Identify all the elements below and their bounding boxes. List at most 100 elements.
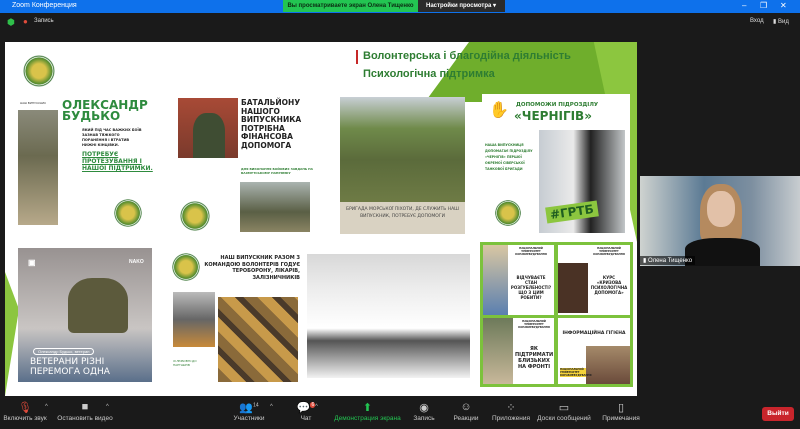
minimize-button[interactable]: – [742, 1, 746, 10]
budko-poster: НАШ ВИПУСКНИК ОЛЕКСАНДР БУДЬКО ЯКИЙ ПІД Ч… [18, 95, 168, 233]
notes-label: Примечания [602, 415, 640, 422]
signal-icon: ▮ [643, 258, 647, 264]
signin-button[interactable]: Вход [750, 18, 764, 24]
poster-desc: НАША ВИПУСКНИЦЯ ДОПОМАГАЄ ПІДРОЗДІЛУ «ЧЕ… [485, 143, 533, 171]
poster-title: ВЕТЕРАНИ РІЗНІ ПЕРЕМОГА ОДНА [30, 357, 110, 377]
notes-icon: ▯ [617, 402, 625, 414]
hands-icon: ✋ [489, 102, 509, 119]
soldiers-photo [340, 97, 465, 202]
meeting-topbar: ⬢ ● Запись Вход ▮ Вид [0, 13, 800, 31]
reactions-icon: ☺ [460, 401, 472, 413]
participants-count: 14 [253, 402, 259, 409]
soldiers-photo [240, 182, 310, 232]
view-label: Вид [777, 19, 789, 25]
tile-photo [483, 318, 513, 384]
participant-face [707, 191, 735, 227]
food-photos [218, 297, 298, 382]
view-options-label: Настройки просмотра [426, 3, 492, 9]
university-logo [113, 198, 143, 228]
whiteboard-icon: ▭ [558, 402, 570, 414]
whiteboards-button[interactable]: ▭ Доски сообщений [534, 401, 594, 422]
tile-org: НАЦІОНАЛЬНИЙ УНІВЕРСИТЕТ КОРАБЛЕБУДУВАНН… [518, 320, 550, 329]
poster-tag: Олександр Будько, ветеран [33, 348, 95, 355]
kitchen-photo [173, 292, 215, 347]
group-photo [307, 254, 470, 378]
chat-label: Чат [300, 415, 312, 422]
psych-tile: НАЦІОНАЛЬНИЙ УНІВЕРСИТЕТ КОРАБЛЕБУДУВАНН… [483, 318, 554, 384]
slide-subtitle: Психологічна підтримка [363, 68, 495, 80]
slide-title: Волонтерська і благодійна діяльність [363, 50, 571, 62]
participant-name: Олена Тищенко [647, 258, 693, 264]
tile-org: НАЦІОНАЛЬНИЙ УНІВЕРСИТЕТ КОРАБЛЕБУДУВАНН… [593, 247, 625, 256]
psych-support-grid: НАЦІОНАЛЬНИЙ УНІВЕРСИТЕТ КОРАБЛЕБУДУВАНН… [480, 242, 633, 387]
window-title: Zoom Конференция [12, 2, 77, 9]
chernihiv-poster: ✋ ДОПОМОЖИ ПІДРОЗДІЛУ «ЧЕРНІГІВ» НАША ВИ… [482, 94, 630, 234]
apps-icon: ⁘ [506, 402, 516, 414]
title-accent [356, 50, 358, 64]
participants-label: Участники [233, 415, 265, 422]
participants-icon: 👥14 [239, 402, 259, 414]
veterans-poster: ▣ NAKO Олександр Будько, ветеран ВЕТЕРАН… [18, 248, 152, 382]
unmute-button[interactable]: 🎙 Включить звук [2, 401, 48, 422]
veteran-figure [68, 278, 128, 333]
brigade-poster: БРИГАДА МОРСЬКОЇ ПІХОТИ, ДЕ СЛУЖИТЬ НАШ … [340, 97, 465, 234]
reactions-label: Реакции [453, 415, 479, 422]
maximize-button[interactable]: ❐ [760, 1, 767, 10]
unmute-label: Включить звук [3, 415, 47, 422]
video-options-caret[interactable]: ^ [106, 404, 109, 410]
shared-slide: Волонтерська і благодійна діяльність Пси… [5, 42, 637, 396]
psych-tile: НАЦІОНАЛЬНИЙ УНІВЕРСИТЕТ КОРАБЛЕБУДУВАНН… [483, 245, 554, 315]
university-logo [22, 54, 56, 88]
participants-caret[interactable]: ^ [270, 404, 273, 410]
tile-text: ЯК ПІДТРИМАТИ БЛИЗЬКИХ НА ФРОНТІ [515, 346, 554, 370]
record-icon: ● [23, 17, 28, 26]
record-icon: ◉ [419, 402, 429, 414]
share-label: Демонстрация экрана [334, 415, 401, 422]
apps-button[interactable]: ⁘ Приложения [488, 401, 534, 422]
participant-body [685, 238, 760, 266]
poster-desc: ЯКИЙ ПІД ЧАС ВАЖКИХ БОЇВ ЗАЗНАВ ТЯЖКОГО … [82, 128, 142, 147]
tile-text: КУРС «КРИЗОВА ПСИХОЛОГІЧНА ДОПОМОГА» [590, 275, 628, 295]
battalion-poster: БАТАЛЬЙОНУ НАШОГО ВИПУСКНИКА ПОТРІБНА ФІ… [175, 95, 337, 233]
soldier-photo [18, 110, 58, 225]
decor-shape [5, 272, 19, 396]
poster-heading: «ЧЕРНІГІВ» [514, 109, 592, 123]
reactions-button[interactable]: ☺ Реакции [450, 401, 482, 422]
recording-label: Запись [34, 18, 54, 24]
tile-photo [483, 245, 508, 315]
participants-button[interactable]: 👥14 Участники [228, 401, 270, 422]
audio-options-caret[interactable]: ^ [45, 404, 48, 410]
tile-text: ІНФОРМАЦІЙНА ГІГІЄНА [562, 331, 626, 336]
tile-org: НАЦІОНАЛЬНИЙ УНІВЕРСИТЕТ КОРАБЛЕБУДУВАНН… [560, 368, 592, 377]
participant-name-tag: ▮ Олена Тищенко [640, 256, 696, 265]
university-logo [171, 252, 201, 282]
leave-button[interactable]: Выйти [762, 407, 794, 421]
chevron-down-icon: ▾ [493, 3, 497, 9]
view-options-button[interactable]: Настройки просмотра ▾ [418, 0, 505, 12]
feeding-poster: НАШ ВИПУСКНИК РАЗОМ З КОМАНДОЮ ВОЛОНТЕРІ… [168, 249, 303, 382]
university-logo [494, 199, 522, 227]
record-button[interactable]: ◉ Запись [408, 401, 440, 422]
title-line: ПЕРЕМОГА ОДНА [30, 367, 110, 377]
whiteboards-label: Доски сообщений [537, 415, 591, 422]
title-line: ВЕТЕРАНИ РІЗНІ [30, 357, 105, 367]
soldier-photo [178, 98, 238, 158]
view-button[interactable]: ▮ Вид [773, 18, 789, 25]
participant-video[interactable]: ▮ Олена Тищенко [640, 176, 800, 266]
shield-icon[interactable]: ⬢ [7, 17, 15, 28]
notes-button[interactable]: ▯ Примечания [598, 401, 644, 422]
tile-photo [586, 346, 630, 384]
screen-share-banner: Вы просматриваете экран Олена Тищенко [283, 0, 418, 12]
tile-photo [558, 263, 588, 313]
record-label: Запись [413, 415, 435, 422]
brand-icon: ▣ [28, 258, 36, 267]
poster-small-text: НАШ ВИПУСКНИК [20, 101, 46, 105]
close-button[interactable]: ✕ [780, 1, 787, 10]
poster-sub: ДЛЯ ВИКОНАННЯ БОЙОВИХ ЗАВДАНЬ НА БАХМУТС… [241, 167, 313, 175]
meeting-toolbar: 🎙 Включить звук ^ ■ Остановить видео ^ 👥14… [0, 396, 800, 429]
poster-heading: БАТАЛЬЙОНУ НАШОГО ВИПУСКНИКА ПОТРІБНА ФІ… [241, 98, 302, 150]
apps-label: Приложения [491, 415, 531, 422]
share-screen-button[interactable]: ⬆ Демонстрация экрана [330, 401, 405, 422]
chat-caret[interactable]: ^ [315, 404, 318, 410]
tile-org: НАЦІОНАЛЬНИЙ УНІВЕРСИТЕТ КОРАБЛЕБУДУВАНН… [515, 247, 547, 256]
